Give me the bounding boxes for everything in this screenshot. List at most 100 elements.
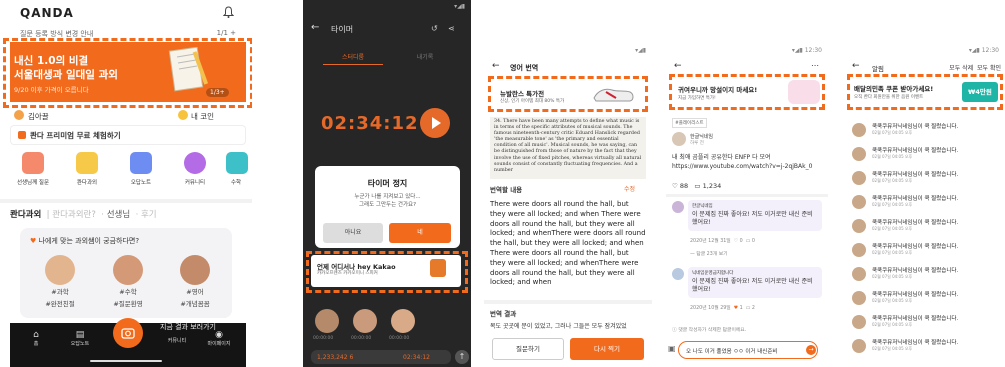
my-coin[interactable]: 내 코인 [191, 111, 214, 122]
tab-records[interactable]: 내기록 [395, 52, 455, 61]
retake-button[interactable]: 다시 찍기 [570, 338, 644, 360]
home-icon: ⌂ [33, 330, 39, 340]
dialog-title: 타이머 정지 [367, 179, 408, 188]
dialog-no-button[interactable]: 아니요 [323, 223, 383, 243]
quick-community[interactable]: 커뮤니티 [172, 152, 218, 192]
scroll-up-button[interactable]: ↑ [455, 350, 469, 364]
notification-item[interactable]: 쿡쿡쿠뮤저닉네임님이 쿡 찔렀습니다. 02월 07일 04:05 오후 [850, 168, 1002, 190]
tutor-avatar [113, 255, 143, 285]
notification-item[interactable]: 쿡쿡쿠뮤저닉네임님이 쿡 찔렀습니다. 02월 07일 04:05 오후 [850, 264, 1002, 286]
user-name[interactable]: 김아끌 [28, 111, 49, 122]
comment-icon[interactable]: ▭ [746, 306, 751, 311]
tab-tutoring[interactable]: 콴다과외 [10, 210, 41, 220]
notification-item[interactable]: 쿡쿡쿠뮤저닉네임님이 쿡 찔렀습니다. 02월 07일 04:05 오후 [850, 216, 1002, 238]
notification-text: 쿡쿡쿠뮤저닉네임님이 쿡 찔렀습니다. [872, 220, 959, 226]
result-text: 복도 곳곳에 문이 있었고, 그러나 그들은 모두 잠겨있었 [490, 323, 627, 330]
notification-text: 쿡쿡쿠뮤저닉네임님이 쿡 찔렀습니다. [872, 340, 959, 346]
delete-all-button[interactable]: 모두 삭제 [949, 65, 973, 72]
status-icons: ▾◢▮ 12:30 [791, 47, 822, 54]
quick-ask-teacher[interactable]: 선생님께 질문 [10, 152, 56, 192]
notification-date: 02월 07일 04:05 오후 [872, 226, 913, 231]
back-arrow-icon[interactable]: ← [492, 61, 500, 71]
screen-home: QANDA 질문 등록 방식 변경 안내 1/1 + 내신 1.0의 비결 서울… [0, 0, 252, 367]
hashtag[interactable]: #플레이리스트 [672, 118, 707, 128]
tutor-profile[interactable]: #수학 #질문환영 [103, 255, 153, 309]
read-all-button[interactable]: 모두 확인 [977, 65, 1001, 72]
notification-date: 02월 07일 04:05 오후 [872, 250, 913, 255]
studymate-time: 00:00:00 [313, 336, 334, 341]
notification-item[interactable]: 쿡쿡쿠뮤저닉네임님이 쿡 찔렀습니다. 02월 07일 04:05 오후 [850, 144, 1002, 166]
avatar [852, 315, 866, 329]
avatar [672, 268, 684, 280]
quick-tutoring[interactable]: 콴다과외 [64, 152, 110, 192]
notification-item[interactable]: 쿡쿡쿠뮤저닉네임님이 쿡 찔렀습니다. 02월 07일 04:05 오후 [850, 288, 1002, 310]
notification-item[interactable]: 쿡쿡쿠뮤저닉네임님이 쿡 찔렀습니다. 02월 07일 04:05 오후 [850, 240, 1002, 262]
camera-button[interactable] [113, 318, 143, 348]
nav-notebook[interactable]: ▤ 오답노트 [60, 330, 100, 347]
scanned-passage: 34. There have been many attempts to def… [490, 117, 646, 179]
share-icon[interactable]: ⋖ [448, 24, 455, 33]
tab-studyroom[interactable]: 스터디룸 [323, 52, 383, 65]
status-time: 12:30 [981, 47, 999, 54]
ask-button[interactable]: 질문하기 [492, 338, 564, 360]
nav-home[interactable]: ⌂ 홈 [16, 330, 56, 347]
play-button[interactable] [420, 108, 450, 138]
quick-notes[interactable]: 오답노트 [118, 152, 164, 192]
comment-icon[interactable]: ▭ [746, 239, 751, 244]
screen-notifications: ▾◢▮ 12:30 ← 알림 모두 삭제 모두 확인 배달의민족 쿠폰 받아가세… [844, 0, 1005, 367]
edit-button[interactable]: 수정 [624, 184, 635, 193]
tab-about[interactable]: 콴다과외란? [52, 210, 96, 220]
tutoring-tabs: 콴다과외 | 콴다과외란? · 선생님 · 후기 [10, 210, 157, 220]
deleted-notice: ⓘ 댓글 작성자가 삭제한 답글이에요. [672, 328, 747, 333]
screen-timer: ▾◢▮ ← 타이머 ↺ ⋖ 스터디룸 내기록 02:34:12 타이머 정지 누… [303, 0, 471, 367]
highlight-box [847, 74, 1003, 110]
back-arrow-icon[interactable]: ← [852, 61, 860, 71]
screen-title: 알림 [872, 65, 884, 73]
avatar [672, 132, 686, 146]
heart-icon[interactable]: ♡ [672, 182, 678, 190]
refresh-icon[interactable]: ↺ [431, 24, 438, 33]
bell-icon[interactable] [223, 6, 234, 18]
notification-item[interactable]: 쿡쿡쿠뮤저닉네임님이 쿡 찔렀습니다. 02월 07일 04:05 오후 [850, 336, 1002, 358]
studymate-avatar [391, 309, 415, 333]
comment-icon[interactable]: ▭ [694, 182, 700, 190]
original-label: 번역할 내용 [490, 186, 523, 194]
notification-text: 쿡쿡쿠뮤저닉네임님이 쿡 찔렀습니다. [872, 244, 959, 250]
qanda-icon [18, 131, 26, 139]
comment-input[interactable]: 오 나도 이거 풀었음 ㅇㅇ 이거 내신준비 [678, 341, 818, 359]
dialog-yes-button[interactable]: 네 [389, 223, 451, 243]
back-arrow-icon[interactable]: ← [674, 61, 682, 71]
image-attach-icon[interactable]: ▣ [668, 344, 676, 353]
post-stats: ♡ 88 ▭ 1,234 [672, 182, 722, 190]
send-button[interactable]: → [806, 345, 816, 355]
heart-icon[interactable]: ♡ [734, 239, 738, 244]
nav-community[interactable]: 커뮤니티 [157, 337, 197, 344]
tutor-profile[interactable]: #과학 #완전친절 [35, 255, 85, 309]
more-icon[interactable]: ⋯ [811, 61, 819, 70]
avatar [852, 219, 866, 233]
notification-date: 02월 07일 04:05 오후 [872, 322, 913, 327]
notification-text: 쿡쿡쿠뮤저닉네임님이 쿡 찔렀습니다. [872, 292, 959, 298]
more-replies[interactable]: — 답글 23개 보기 [690, 250, 728, 257]
notification-date: 02월 07일 04:05 오후 [872, 346, 913, 351]
avatar [852, 339, 866, 353]
notice-count: 1/1 + [216, 29, 236, 37]
notification-item[interactable]: 쿡쿡쿠뮤저닉네임님이 쿡 찔렀습니다. 02월 07일 04:05 오후 [850, 120, 1002, 142]
quick-math[interactable]: 수학 [226, 152, 248, 192]
post-author[interactable]: 한글닉네임 [690, 133, 713, 140]
avatar [852, 291, 866, 305]
tutor-profile[interactable]: #영어 #개념꼼꼼 [170, 255, 220, 309]
original-text[interactable]: There were doors all round the hall, but… [490, 200, 646, 288]
heart-filled-icon[interactable]: ♥ [734, 306, 738, 311]
stat-left: 1,233,242 6 [317, 354, 354, 361]
community-icon [184, 152, 206, 174]
nav-mypage[interactable]: ◉ 마이페이지 [199, 330, 239, 347]
tab-review[interactable]: 후기 [141, 210, 157, 220]
back-arrow-icon[interactable]: ← [311, 22, 319, 33]
notification-text: 쿡쿡쿠뮤저닉네임님이 쿡 찔렀습니다. [872, 124, 959, 130]
home-indicator [90, 360, 162, 362]
notification-item[interactable]: 쿡쿡쿠뮤저닉네임님이 쿡 찔렀습니다. 02월 07일 04:05 오후 [850, 312, 1002, 334]
tab-teacher[interactable]: 선생님 [107, 210, 130, 220]
dialog-body: 누군가 나를 지켜보고 있다... 그래도 그만두는 건가요? [354, 194, 421, 208]
notification-item[interactable]: 쿡쿡쿠뮤저닉네임님이 쿡 찔렀습니다. 02월 07일 04:05 오후 [850, 192, 1002, 214]
